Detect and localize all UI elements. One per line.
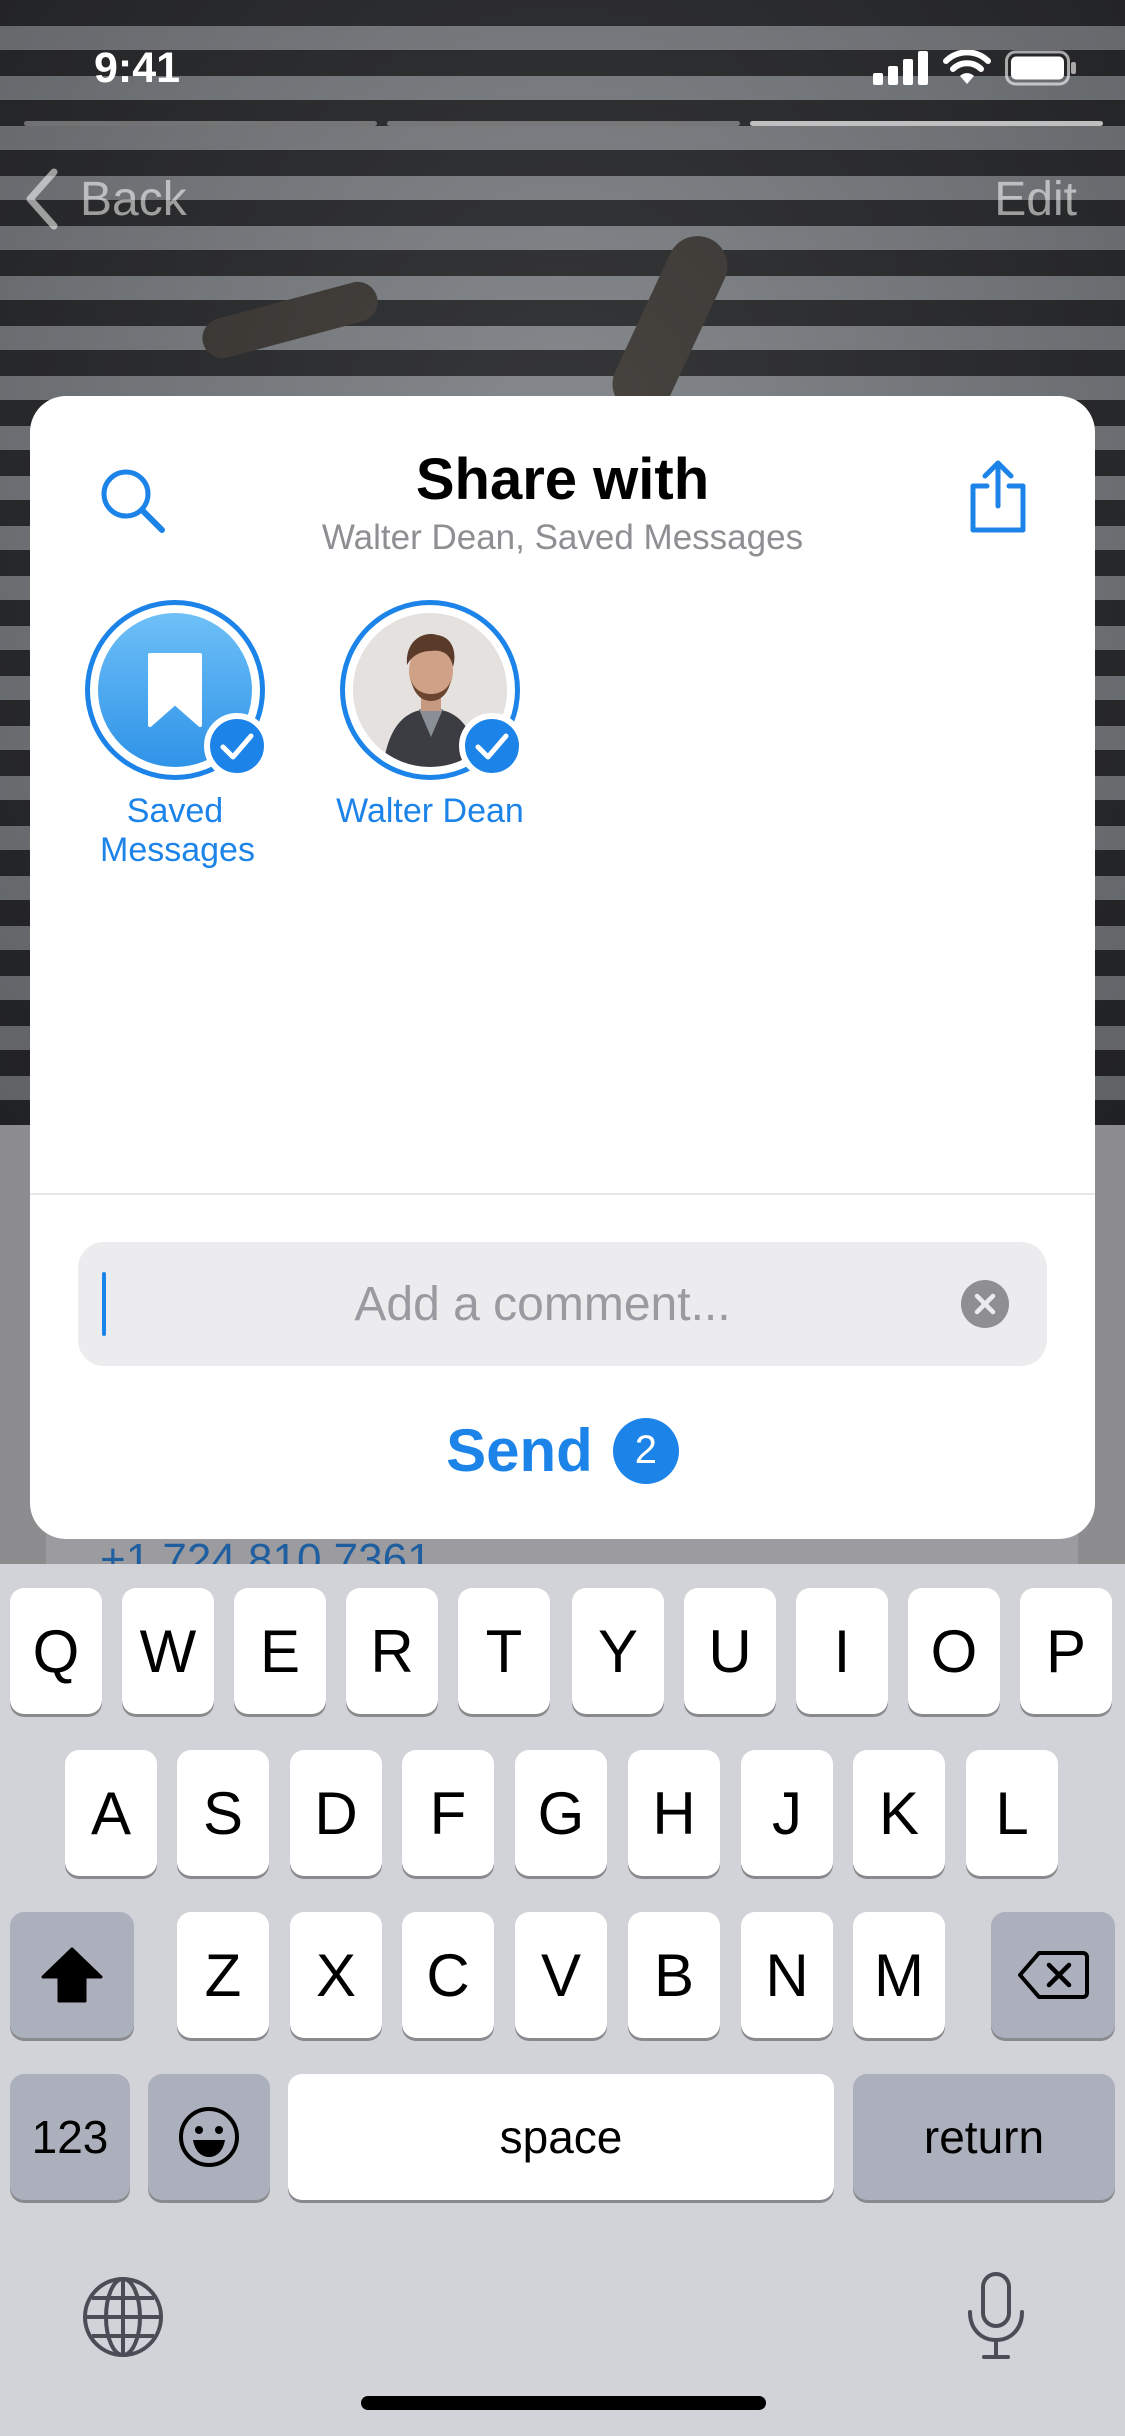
cellular-signal-icon <box>873 51 928 85</box>
key-f[interactable]: F <box>402 1750 494 1876</box>
key-a[interactable]: A <box>65 1750 157 1876</box>
return-key[interactable]: return <box>853 2074 1115 2200</box>
selected-check-badge <box>459 713 525 779</box>
key-d[interactable]: D <box>290 1750 382 1876</box>
share-external-button[interactable] <box>965 458 1031 536</box>
key-g[interactable]: G <box>515 1750 607 1876</box>
chevron-left-icon <box>26 168 58 230</box>
key-x[interactable]: X <box>290 1912 382 2038</box>
status-icons <box>873 50 1077 86</box>
share-sheet: Share with Walter Dean, Saved Messages S… <box>30 396 1095 1539</box>
key-k[interactable]: K <box>853 1750 945 1876</box>
key-b[interactable]: B <box>628 1912 720 2038</box>
key-w[interactable]: W <box>122 1588 214 1714</box>
key-o[interactable]: O <box>908 1588 1000 1714</box>
key-e[interactable]: E <box>234 1588 326 1714</box>
key-y[interactable]: Y <box>572 1588 664 1714</box>
backspace-icon <box>1018 1951 1089 1999</box>
globe-button[interactable] <box>80 2274 166 2365</box>
key-v[interactable]: V <box>515 1912 607 2038</box>
key-p[interactable]: P <box>1020 1588 1112 1714</box>
photo-hand-left <box>197 277 383 363</box>
clear-x-icon <box>974 1293 996 1315</box>
send-count-badge: 2 <box>612 1417 679 1484</box>
status-time: 9:41 <box>94 44 181 92</box>
keyboard: Q W E R T Y U I O P A S D F G H J K L Z … <box>0 1564 1125 2436</box>
key-q[interactable]: Q <box>10 1588 102 1714</box>
key-i[interactable]: I <box>796 1588 888 1714</box>
photo-progress-bar <box>24 121 377 126</box>
key-z[interactable]: Z <box>177 1912 269 2038</box>
emoji-key[interactable] <box>148 2074 270 2200</box>
recipient-walter-dean[interactable]: Walter Dean <box>325 600 535 831</box>
key-u[interactable]: U <box>684 1588 776 1714</box>
clear-text-button[interactable] <box>961 1280 1009 1328</box>
photo-progress-bar <box>750 121 1103 126</box>
bookmark-icon <box>148 653 202 727</box>
comment-input[interactable] <box>118 1242 967 1366</box>
text-cursor <box>102 1272 106 1336</box>
send-label: Send <box>446 1417 593 1484</box>
globe-icon <box>83 2277 163 2357</box>
recipient-name: Saved Messages <box>100 792 255 869</box>
back-label: Back <box>80 172 187 226</box>
key-l[interactable]: L <box>966 1750 1058 1876</box>
recipient-name: Walter Dean <box>336 792 524 830</box>
share-icon <box>970 460 1026 533</box>
selected-check-badge <box>204 713 270 779</box>
key-n[interactable]: N <box>741 1912 833 2038</box>
comment-field[interactable] <box>78 1242 1047 1366</box>
key-c[interactable]: C <box>402 1912 494 2038</box>
send-button[interactable]: Send 2 <box>30 1416 1095 1485</box>
sheet-subtitle: Walter Dean, Saved Messages <box>321 518 804 557</box>
recipient-saved-messages[interactable]: Saved Messages <box>70 600 280 870</box>
back-button[interactable]: Back <box>22 166 187 232</box>
key-s[interactable]: S <box>177 1750 269 1876</box>
photo-hand-right <box>602 226 738 424</box>
checkmark-icon <box>220 733 254 760</box>
numbers-key[interactable]: 123 <box>10 2074 130 2200</box>
space-key[interactable]: space <box>288 2074 834 2200</box>
key-m[interactable]: M <box>853 1912 945 2038</box>
checkmark-icon <box>475 733 509 760</box>
avatar-ring <box>85 600 270 780</box>
sheet-title: Share with <box>415 447 710 512</box>
photo-progress-bar <box>387 121 740 126</box>
delete-key[interactable] <box>991 1912 1115 2038</box>
wifi-icon <box>943 50 991 84</box>
key-r[interactable]: R <box>346 1588 438 1714</box>
home-indicator <box>361 2396 766 2410</box>
dictation-button[interactable] <box>964 2270 1028 2367</box>
sheet-divider <box>30 1193 1095 1195</box>
shift-key[interactable] <box>10 1912 134 2038</box>
microphone-icon <box>968 2272 1024 2359</box>
avatar-ring <box>340 600 525 780</box>
key-h[interactable]: H <box>628 1750 720 1876</box>
key-j[interactable]: J <box>741 1750 833 1876</box>
key-t[interactable]: T <box>458 1588 550 1714</box>
battery-icon <box>1005 50 1076 86</box>
shift-icon <box>41 1947 103 2003</box>
edit-button[interactable]: Edit <box>994 172 1077 227</box>
emoji-icon <box>179 2107 239 2167</box>
